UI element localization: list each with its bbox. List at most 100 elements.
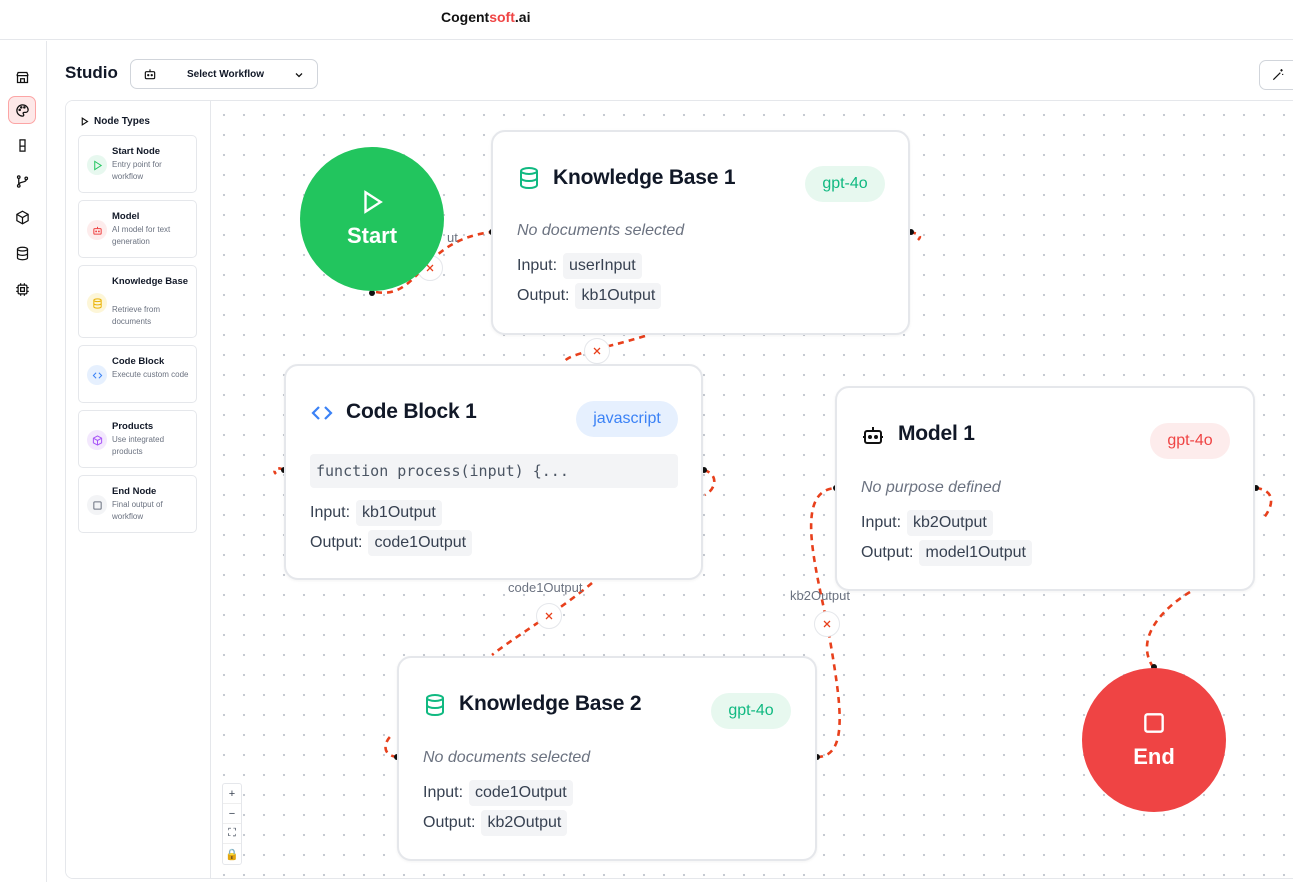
- cpu-icon[interactable]: [8, 275, 36, 303]
- node-input-row: Input: kb2Output: [861, 510, 993, 536]
- left-rail: [0, 41, 47, 882]
- bot-icon: [863, 427, 883, 444]
- node-output-row: Output: model1Output: [861, 540, 1032, 566]
- play-icon: [364, 190, 383, 214]
- bot-icon: [87, 220, 107, 240]
- model-badge: gpt-4o: [1150, 423, 1230, 459]
- palette-item[interactable]: Code Block Execute custom code: [78, 345, 197, 403]
- palette-item-title: Products: [112, 421, 154, 432]
- end-node-label: End: [1133, 744, 1175, 769]
- node-input-row: Input: code1Output: [423, 780, 573, 806]
- palette-item[interactable]: Model AI model for text generation: [78, 200, 197, 258]
- node-description: No documents selected: [423, 749, 591, 766]
- palette-item[interactable]: Products Use integrated products: [78, 410, 197, 468]
- code-icon: [87, 365, 107, 385]
- canvas-controls: + − ⛶ 🔒: [222, 783, 242, 865]
- end-node[interactable]: End: [1082, 668, 1226, 812]
- start-node-label: Start: [346, 223, 398, 248]
- play-icon: [81, 117, 89, 126]
- palette-item-title: Start Node: [112, 146, 161, 157]
- node-input-row: Input: userInput: [517, 253, 642, 279]
- code1-node[interactable]: Code Block 1 javascript function process…: [284, 364, 703, 580]
- language-badge: javascript: [576, 401, 678, 437]
- node-output-row: Output: kb1Output: [517, 283, 662, 309]
- palette-item-desc: Entry point for workflow: [112, 160, 162, 181]
- palette-item-title: End Node: [112, 486, 157, 497]
- edge-delete-button[interactable]: [814, 611, 840, 637]
- chevron-down-icon: [295, 73, 303, 78]
- input-chip: userInput: [563, 253, 642, 279]
- close-icon: [593, 347, 601, 355]
- palette-icon[interactable]: [8, 96, 36, 124]
- edge-label-start: ut: [447, 230, 458, 245]
- model-badge: gpt-4o: [711, 693, 791, 729]
- node-output-row: Output: code1Output: [310, 530, 473, 556]
- wand-icon: [1272, 69, 1284, 81]
- palette-item-desc: Use integrated products: [112, 435, 165, 456]
- output-chip: model1Output: [919, 540, 1032, 566]
- input-chip: kb1Output: [356, 500, 442, 526]
- edge-label-kb2: kb2Output: [790, 588, 850, 603]
- model1-node[interactable]: Model 1 gpt-4o No purpose defined Input:…: [835, 386, 1255, 591]
- ai-assist-button[interactable]: [1259, 60, 1293, 90]
- zoom-out-button[interactable]: −: [223, 804, 241, 824]
- kb1-node[interactable]: Knowledge Base 1 gpt-4o No documents sel…: [491, 130, 910, 335]
- store-icon[interactable]: [8, 63, 36, 91]
- node-description: No documents selected: [517, 222, 685, 239]
- palette-item-title: Code Block: [112, 356, 165, 367]
- square-icon: [87, 495, 107, 515]
- input-chip: kb2Output: [907, 510, 993, 536]
- workflow-select[interactable]: Select Workflow: [130, 59, 318, 89]
- git-branch-icon[interactable]: [8, 167, 36, 195]
- node-title: Knowledge Base 1: [553, 166, 736, 189]
- palette-heading: Node Types: [80, 116, 150, 127]
- database-icon: [426, 694, 444, 717]
- workflow-select-value: Select Workflow: [187, 69, 265, 80]
- edge-delete-button[interactable]: [584, 338, 610, 364]
- top-bar: Cogentsoft.ai: [0, 0, 1293, 40]
- node-output-row: Output: kb2Output: [423, 810, 568, 836]
- fit-view-button[interactable]: ⛶: [223, 824, 241, 844]
- code-preview: function process(input) {...: [310, 454, 678, 488]
- code-icon: [311, 406, 333, 420]
- input-chip: code1Output: [469, 780, 573, 806]
- palette-item-title: Knowledge Base: [112, 276, 189, 287]
- package-icon[interactable]: [8, 203, 36, 231]
- palette-item-desc: Final output of workflow: [112, 500, 163, 521]
- start-node[interactable]: Start: [300, 147, 444, 291]
- palette-item[interactable]: Start Node Entry point for workflow: [78, 135, 197, 193]
- node-description: No purpose defined: [861, 479, 1001, 496]
- palette-item[interactable]: End Node Final output of workflow: [78, 475, 197, 533]
- output-chip: code1Output: [368, 530, 473, 556]
- palette-item[interactable]: Knowledge Base Retrieve from documents: [78, 265, 197, 338]
- node-title: Model 1: [898, 422, 975, 445]
- close-icon: [545, 612, 553, 620]
- node-title: Knowledge Base 2: [459, 692, 642, 715]
- node-input-row: Input: kb1Output: [310, 500, 442, 526]
- palette-item-desc: AI model for text generation: [112, 225, 171, 246]
- database-icon: [87, 293, 107, 313]
- lock-button[interactable]: 🔒: [223, 844, 241, 864]
- database-icon: [520, 167, 538, 190]
- database-icon[interactable]: [8, 239, 36, 267]
- brand-logo[interactable]: Cogentsoft.ai: [441, 9, 530, 25]
- box-icon: [87, 430, 107, 450]
- edge-delete-button[interactable]: [536, 603, 562, 629]
- palette-item-desc: Retrieve from documents: [112, 305, 161, 326]
- play-icon: [87, 155, 107, 175]
- page-title: Studio: [65, 63, 118, 82]
- node-palette: Node Types Start Node Entry point for wor…: [66, 101, 211, 878]
- close-icon: [823, 620, 831, 628]
- palette-item-desc: Execute custom code: [112, 370, 189, 379]
- bot-icon: [144, 69, 156, 80]
- palette-item-title: Model: [112, 211, 140, 222]
- node-title: Code Block 1: [346, 400, 477, 423]
- output-chip: kb1Output: [575, 283, 662, 309]
- square-icon: [1144, 713, 1164, 733]
- zoom-in-button[interactable]: +: [223, 784, 241, 804]
- output-chip: kb2Output: [481, 810, 568, 836]
- edge-label-code1: code1Output: [508, 580, 583, 595]
- kb2-node[interactable]: Knowledge Base 2 gpt-4o No documents sel…: [397, 656, 817, 861]
- model-badge: gpt-4o: [805, 166, 885, 202]
- flask-icon[interactable]: [8, 131, 36, 159]
